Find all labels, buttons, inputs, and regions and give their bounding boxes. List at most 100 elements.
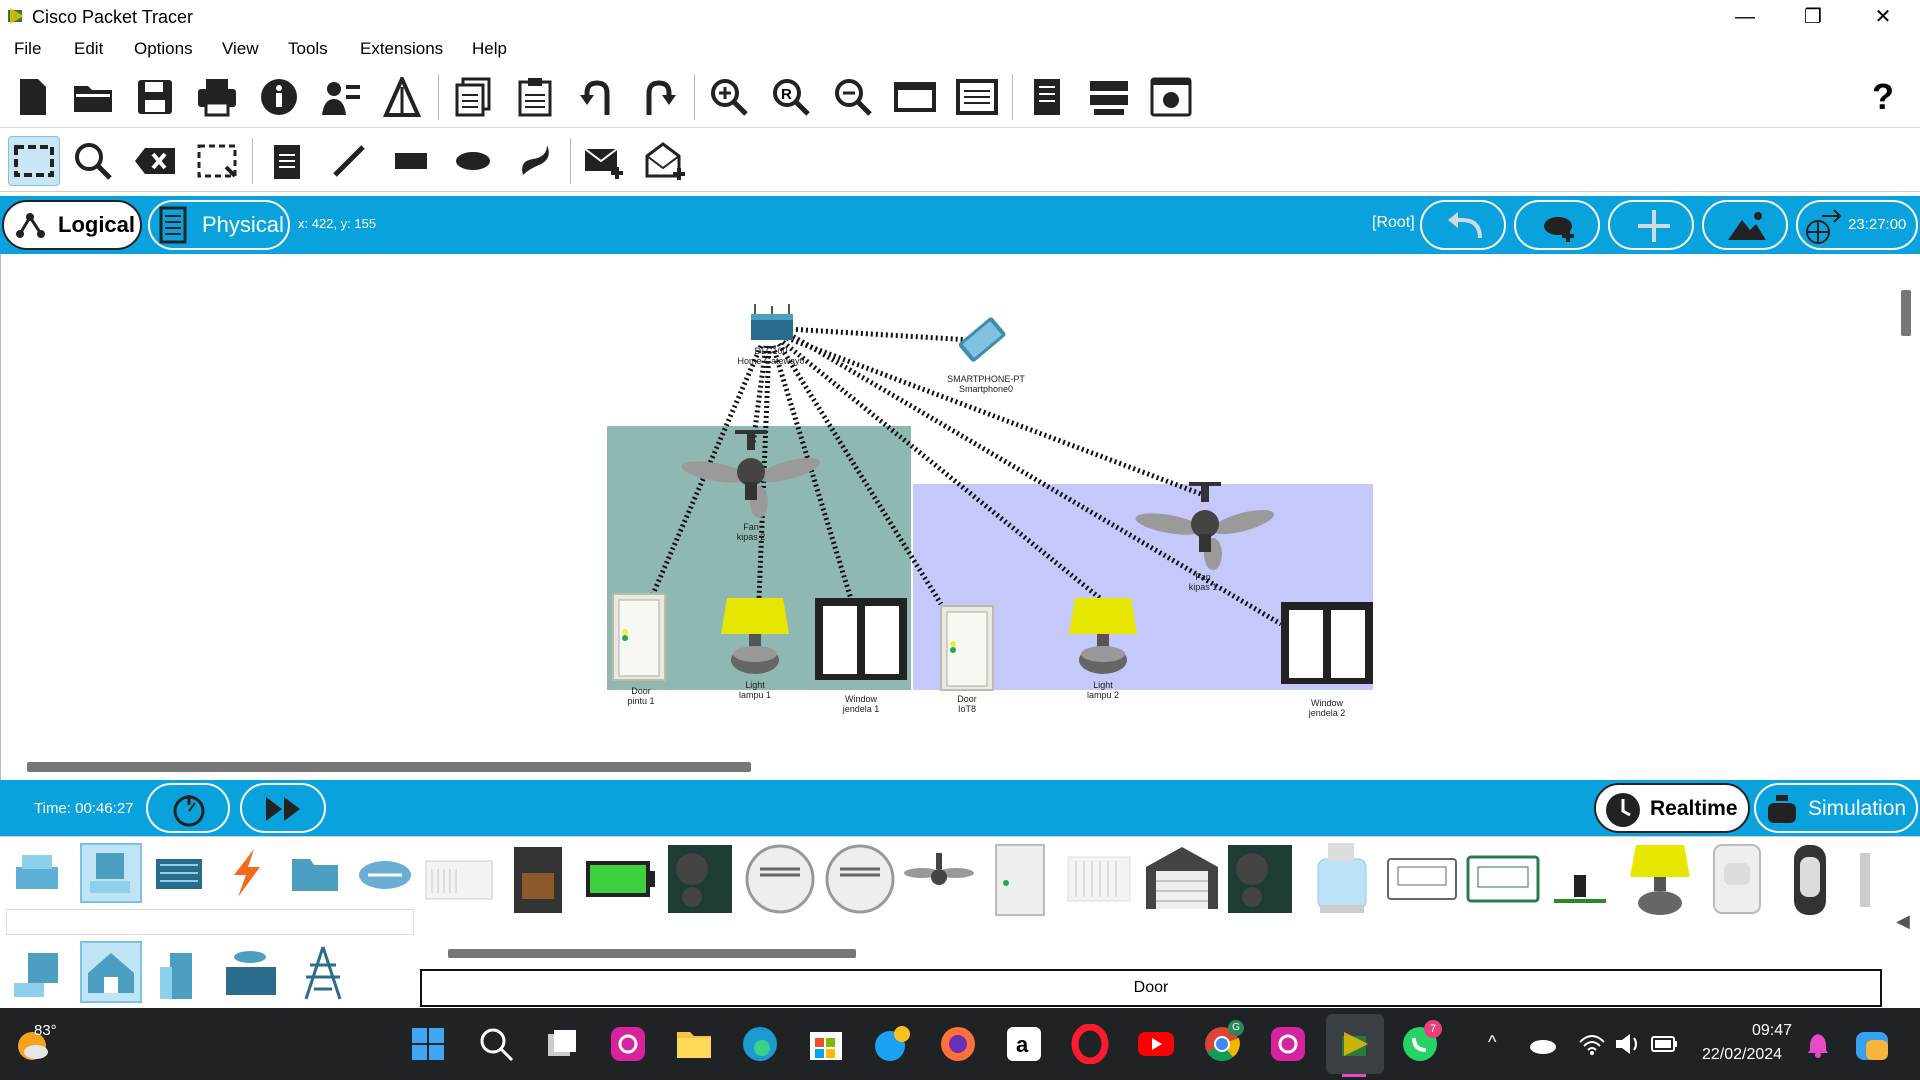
humidifier-device-icon[interactable] xyxy=(1312,841,1372,917)
open-folder-icon[interactable] xyxy=(70,74,116,120)
file-explorer-icon[interactable] xyxy=(674,1024,714,1064)
window-blinds-device-icon[interactable] xyxy=(1066,851,1136,907)
copy-icon[interactable] xyxy=(450,74,496,120)
zoom-in-icon[interactable] xyxy=(706,74,752,120)
paste-icon[interactable] xyxy=(512,74,558,120)
humidity-monitor-device-icon[interactable] xyxy=(1386,857,1458,901)
smart-city-subcategory-icon[interactable] xyxy=(154,945,208,1001)
copilot-icon[interactable] xyxy=(1852,1026,1892,1066)
new-cluster-button[interactable] xyxy=(1514,200,1600,250)
viewport-button[interactable]: 23:27:00 xyxy=(1796,200,1918,250)
multiuser-category-icon[interactable] xyxy=(356,851,414,895)
volume-icon[interactable] xyxy=(1614,1032,1642,1056)
simulation-tab[interactable]: Simulation xyxy=(1754,783,1918,833)
redo-icon[interactable] xyxy=(636,74,682,120)
garage-door-device-icon[interactable] xyxy=(1144,845,1220,911)
new-file-icon[interactable] xyxy=(10,74,56,120)
menu-tools[interactable]: Tools xyxy=(288,39,328,59)
set-background-button[interactable] xyxy=(1702,200,1788,250)
network-info-icon[interactable] xyxy=(1086,74,1132,120)
help-icon[interactable]: ? xyxy=(1860,74,1906,120)
speaker-2-device-icon[interactable] xyxy=(1226,843,1294,915)
undo-icon[interactable] xyxy=(574,74,620,120)
windows-start-icon[interactable] xyxy=(408,1024,448,1064)
opera-icon[interactable] xyxy=(1070,1024,1110,1064)
freeform-icon[interactable] xyxy=(512,138,558,184)
zoom-out-icon[interactable] xyxy=(830,74,876,120)
task-view-icon[interactable] xyxy=(542,1024,582,1064)
realtime-tab[interactable]: Realtime xyxy=(1594,783,1750,833)
old-car-device-icon[interactable] xyxy=(1790,843,1830,917)
save-icon[interactable] xyxy=(132,74,178,120)
industrial-subcategory-icon[interactable] xyxy=(222,947,280,999)
door-iot8-icon[interactable] xyxy=(939,604,995,692)
light-device-icon[interactable] xyxy=(1628,841,1692,917)
components-category-icon[interactable] xyxy=(152,849,206,897)
panel-collapse-arrow-icon[interactable]: ◀ xyxy=(1896,911,1910,932)
coffee-maker-device-icon[interactable] xyxy=(510,845,566,915)
ipc-icon[interactable] xyxy=(1024,74,1070,120)
draw-line-icon[interactable] xyxy=(326,138,372,184)
menu-view[interactable]: View xyxy=(222,39,259,59)
amazon-icon[interactable]: a xyxy=(1004,1024,1044,1064)
menu-help[interactable]: Help xyxy=(472,39,507,59)
lamp-lampu1-icon[interactable] xyxy=(719,594,791,678)
connections-category-icon[interactable] xyxy=(220,847,274,899)
logical-workspace[interactable]: DLC100 Home Gateway0 SMARTPHONE-PT Smartph… xyxy=(0,254,1920,780)
wifi-icon[interactable] xyxy=(1578,1032,1606,1056)
instagram-2-icon[interactable] xyxy=(1268,1024,1308,1064)
add-complex-pdu-icon[interactable] xyxy=(644,138,690,184)
window-jendela2-icon[interactable] xyxy=(1279,600,1375,686)
microsoft-store-icon[interactable] xyxy=(806,1024,846,1064)
info-icon[interactable] xyxy=(256,74,302,120)
end-device-subcategory-icon[interactable] xyxy=(10,947,64,999)
youtube-icon[interactable] xyxy=(1136,1024,1176,1064)
notifications-bell-icon[interactable] xyxy=(1806,1032,1830,1058)
power-cycle-button[interactable] xyxy=(146,783,230,833)
physical-tab[interactable]: Physical xyxy=(148,200,290,250)
ceiling-fan-kipas2-icon[interactable] xyxy=(681,430,821,520)
draw-rectangle-icon[interactable] xyxy=(388,138,434,184)
horizontal-scrollbar[interactable] xyxy=(27,762,751,772)
show-hidden-icons-icon[interactable]: ^ xyxy=(1488,1032,1496,1053)
network-devices-category-icon[interactable] xyxy=(10,849,64,897)
fast-forward-button[interactable] xyxy=(240,783,326,833)
menu-extensions[interactable]: Extensions xyxy=(360,39,443,59)
packet-tracer-taskbar-icon[interactable] xyxy=(1334,1024,1374,1064)
more-devices-icon[interactable] xyxy=(1858,851,1872,909)
smartphone-icon[interactable] xyxy=(947,316,1017,366)
network-wizard-icon[interactable] xyxy=(318,74,364,120)
delete-tool-icon[interactable] xyxy=(132,138,178,184)
search-icon[interactable] xyxy=(476,1024,516,1064)
co-alarm-device-icon[interactable] xyxy=(824,843,896,915)
resize-shape-icon[interactable] xyxy=(194,138,240,184)
activity-wizard-icon[interactable] xyxy=(380,74,426,120)
end-devices-category-icon[interactable] xyxy=(80,843,142,903)
close-button[interactable]: ✕ xyxy=(1848,0,1918,34)
speaker-device-icon[interactable] xyxy=(666,843,734,915)
lawn-sprinkler-device-icon[interactable] xyxy=(1550,873,1610,907)
air-conditioner-device-icon[interactable] xyxy=(424,855,494,905)
draw-ellipse-icon[interactable] xyxy=(450,138,496,184)
menu-edit[interactable]: Edit xyxy=(74,39,103,59)
device-list-scrollbar[interactable] xyxy=(448,949,856,958)
vertical-scrollbar[interactable] xyxy=(1901,290,1911,336)
firefox-icon[interactable] xyxy=(938,1024,978,1064)
door-pintu1-icon[interactable] xyxy=(611,592,667,682)
move-object-button[interactable] xyxy=(1608,200,1694,250)
add-simple-pdu-icon[interactable] xyxy=(582,138,628,184)
inspect-tool-icon[interactable] xyxy=(70,138,116,184)
place-note-icon[interactable] xyxy=(264,138,310,184)
miscellaneous-category-icon[interactable] xyxy=(288,851,342,895)
humiture-monitor-device-icon[interactable] xyxy=(1466,855,1540,903)
logical-tab[interactable]: Logical xyxy=(2,200,142,250)
window-jendela1-icon[interactable] xyxy=(813,596,909,682)
minimize-button[interactable]: — xyxy=(1710,0,1780,34)
lamp-lampu2-icon[interactable] xyxy=(1067,594,1139,678)
edge-browser-icon[interactable] xyxy=(740,1024,780,1064)
home-gateway-icon[interactable] xyxy=(747,302,797,346)
instagram-icon[interactable] xyxy=(608,1024,648,1064)
menu-options[interactable]: Options xyxy=(134,39,193,59)
power-grid-subcategory-icon[interactable] xyxy=(296,945,350,1001)
root-label[interactable]: [Root] xyxy=(1372,214,1415,232)
